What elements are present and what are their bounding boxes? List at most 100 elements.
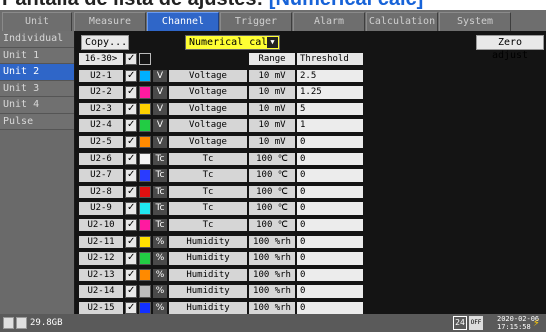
tab-calculation[interactable]: Calculation xyxy=(366,12,438,31)
table-row[interactable]: U2-6TcTc100 ℃0 xyxy=(79,152,363,166)
threshold-value[interactable]: 1 xyxy=(297,119,363,132)
sidebar-item-unit-1[interactable]: Unit 1 xyxy=(0,47,74,64)
channel-color-swatch[interactable] xyxy=(139,219,151,232)
range-value[interactable]: 100 %rh xyxy=(249,252,295,265)
zero-adjust-button[interactable]: Zero adjust xyxy=(476,35,544,61)
measurement-item[interactable]: Voltage xyxy=(169,102,247,116)
sidebar-item-unit-2[interactable]: Unit 2 xyxy=(0,64,74,81)
range-value[interactable]: 10 mV xyxy=(249,69,295,82)
table-row[interactable]: U2-4 VVoltage10 mV1 xyxy=(79,119,363,132)
threshold-value[interactable]: 0 xyxy=(297,302,363,315)
table-row[interactable]: U2-7TcTc100 ℃0 xyxy=(79,169,363,182)
range-value[interactable]: 100 ℃ xyxy=(249,185,295,199)
channel-color-swatch[interactable] xyxy=(139,235,151,248)
channel-color-swatch[interactable] xyxy=(139,169,151,182)
channel-color-swatch[interactable] xyxy=(139,152,151,165)
threshold-value[interactable]: 0 xyxy=(297,285,363,298)
sidebar-item-unit-4[interactable]: Unit 4 xyxy=(0,97,74,114)
channel-color-swatch[interactable] xyxy=(139,268,151,282)
channel-enable-checkbox[interactable] xyxy=(125,136,137,149)
channel-color-swatch[interactable] xyxy=(139,185,151,199)
channel-enable-checkbox[interactable] xyxy=(125,102,137,116)
channel-enable-checkbox[interactable] xyxy=(125,86,137,99)
measurement-item[interactable]: Tc xyxy=(169,202,247,215)
copy-button[interactable]: Copy... xyxy=(81,35,129,50)
tab-measure[interactable]: Measure xyxy=(74,12,146,31)
measurement-item[interactable]: Humidity xyxy=(169,285,247,298)
table-row[interactable]: U2-3 VVoltage10 mV5 xyxy=(79,102,363,116)
threshold-value[interactable]: 2.5 xyxy=(297,69,363,82)
measurement-item[interactable]: Humidity xyxy=(169,268,247,282)
channel-color-swatch[interactable] xyxy=(139,302,151,315)
measurement-item[interactable]: Tc xyxy=(169,169,247,182)
range-value[interactable]: 100 ℃ xyxy=(249,169,295,182)
tab-channel[interactable]: Channel xyxy=(147,12,219,31)
measurement-item[interactable]: Tc xyxy=(169,219,247,232)
measurement-item[interactable]: Humidity xyxy=(169,252,247,265)
threshold-value[interactable]: 0 xyxy=(297,268,363,282)
channel-color-swatch[interactable] xyxy=(139,69,151,82)
measurement-item[interactable]: Humidity xyxy=(169,235,247,248)
tab-system[interactable]: System xyxy=(439,12,511,31)
channel-enable-checkbox[interactable] xyxy=(125,69,137,82)
channel-color-swatch[interactable] xyxy=(139,119,151,132)
table-row[interactable]: U2-5 VVoltage10 mV0 xyxy=(79,136,363,149)
channel-enable-checkbox[interactable] xyxy=(125,302,137,315)
channel-color-swatch[interactable] xyxy=(139,136,151,149)
channel-color-swatch[interactable] xyxy=(139,86,151,99)
range-value[interactable]: 100 %rh xyxy=(249,235,295,248)
select-all-checkbox[interactable] xyxy=(125,53,137,66)
channel-enable-checkbox[interactable] xyxy=(125,235,137,248)
range-value[interactable]: 100 %rh xyxy=(249,285,295,298)
table-row[interactable]: U2-9TcTc100 ℃0 xyxy=(79,202,363,215)
channel-enable-checkbox[interactable] xyxy=(125,268,137,282)
table-row[interactable]: U2-1 VVoltage10 mV2.5 xyxy=(79,69,363,83)
tab-unit[interactable]: Unit xyxy=(2,12,72,31)
table-row[interactable]: U2-10TcTc100 ℃0 xyxy=(79,219,363,232)
channel-enable-checkbox[interactable] xyxy=(125,219,137,232)
channel-enable-checkbox[interactable] xyxy=(125,152,137,165)
sidebar-item-unit-3[interactable]: Unit 3 xyxy=(0,80,74,97)
threshold-value[interactable]: 0 xyxy=(297,136,363,149)
range-value[interactable]: 100 ℃ xyxy=(249,152,295,165)
channel-color-swatch[interactable] xyxy=(139,102,151,116)
threshold-value[interactable]: 5 xyxy=(297,102,363,116)
tab-trigger[interactable]: Trigger xyxy=(220,12,292,31)
threshold-value[interactable]: 0 xyxy=(297,235,363,248)
threshold-value[interactable]: 0 xyxy=(297,152,363,165)
table-row[interactable]: U2-8TcTc100 ℃0 xyxy=(79,185,363,199)
measurement-item[interactable]: Voltage xyxy=(169,136,247,149)
channel-color-swatch[interactable] xyxy=(139,202,151,215)
measurement-item[interactable]: Tc xyxy=(169,185,247,199)
channel-enable-checkbox[interactable] xyxy=(125,185,137,199)
range-value[interactable]: 100 %rh xyxy=(249,302,295,315)
channel-enable-checkbox[interactable] xyxy=(125,285,137,298)
channel-enable-checkbox[interactable] xyxy=(125,169,137,182)
measurement-item[interactable]: Humidity xyxy=(169,302,247,315)
threshold-value[interactable]: 0 xyxy=(297,169,363,182)
measurement-item[interactable]: Voltage xyxy=(169,119,247,132)
page-selector[interactable]: 16-30> xyxy=(79,53,123,66)
range-value[interactable]: 10 mV xyxy=(249,119,295,132)
threshold-value[interactable]: 0 xyxy=(297,252,363,265)
range-value[interactable]: 100 %rh xyxy=(249,268,295,282)
table-row[interactable]: U2-13%Humidity100 %rh0 xyxy=(79,268,363,282)
measurement-item[interactable]: Tc xyxy=(169,152,247,165)
channel-enable-checkbox[interactable] xyxy=(125,119,137,132)
channel-color-swatch[interactable] xyxy=(139,285,151,298)
tab-alarm[interactable]: Alarm xyxy=(293,12,365,31)
measurement-item[interactable]: Voltage xyxy=(169,86,247,99)
channel-enable-checkbox[interactable] xyxy=(125,202,137,215)
channel-color-swatch[interactable] xyxy=(139,252,151,265)
measurement-item[interactable]: Voltage xyxy=(169,69,247,82)
channel-enable-checkbox[interactable] xyxy=(125,252,137,265)
range-value[interactable]: 10 mV xyxy=(249,86,295,99)
threshold-value[interactable]: 0 xyxy=(297,185,363,199)
threshold-value[interactable]: 0 xyxy=(297,219,363,232)
sidebar-item-individual[interactable]: Individual xyxy=(0,31,74,48)
range-value[interactable]: 10 mV xyxy=(249,102,295,116)
mode-dropdown[interactable]: Numerical calc ▼ xyxy=(185,35,280,50)
threshold-value[interactable]: 1.25 xyxy=(297,86,363,99)
range-value[interactable]: 100 ℃ xyxy=(249,202,295,215)
table-row[interactable]: U2-12%Humidity100 %rh0 xyxy=(79,252,363,265)
